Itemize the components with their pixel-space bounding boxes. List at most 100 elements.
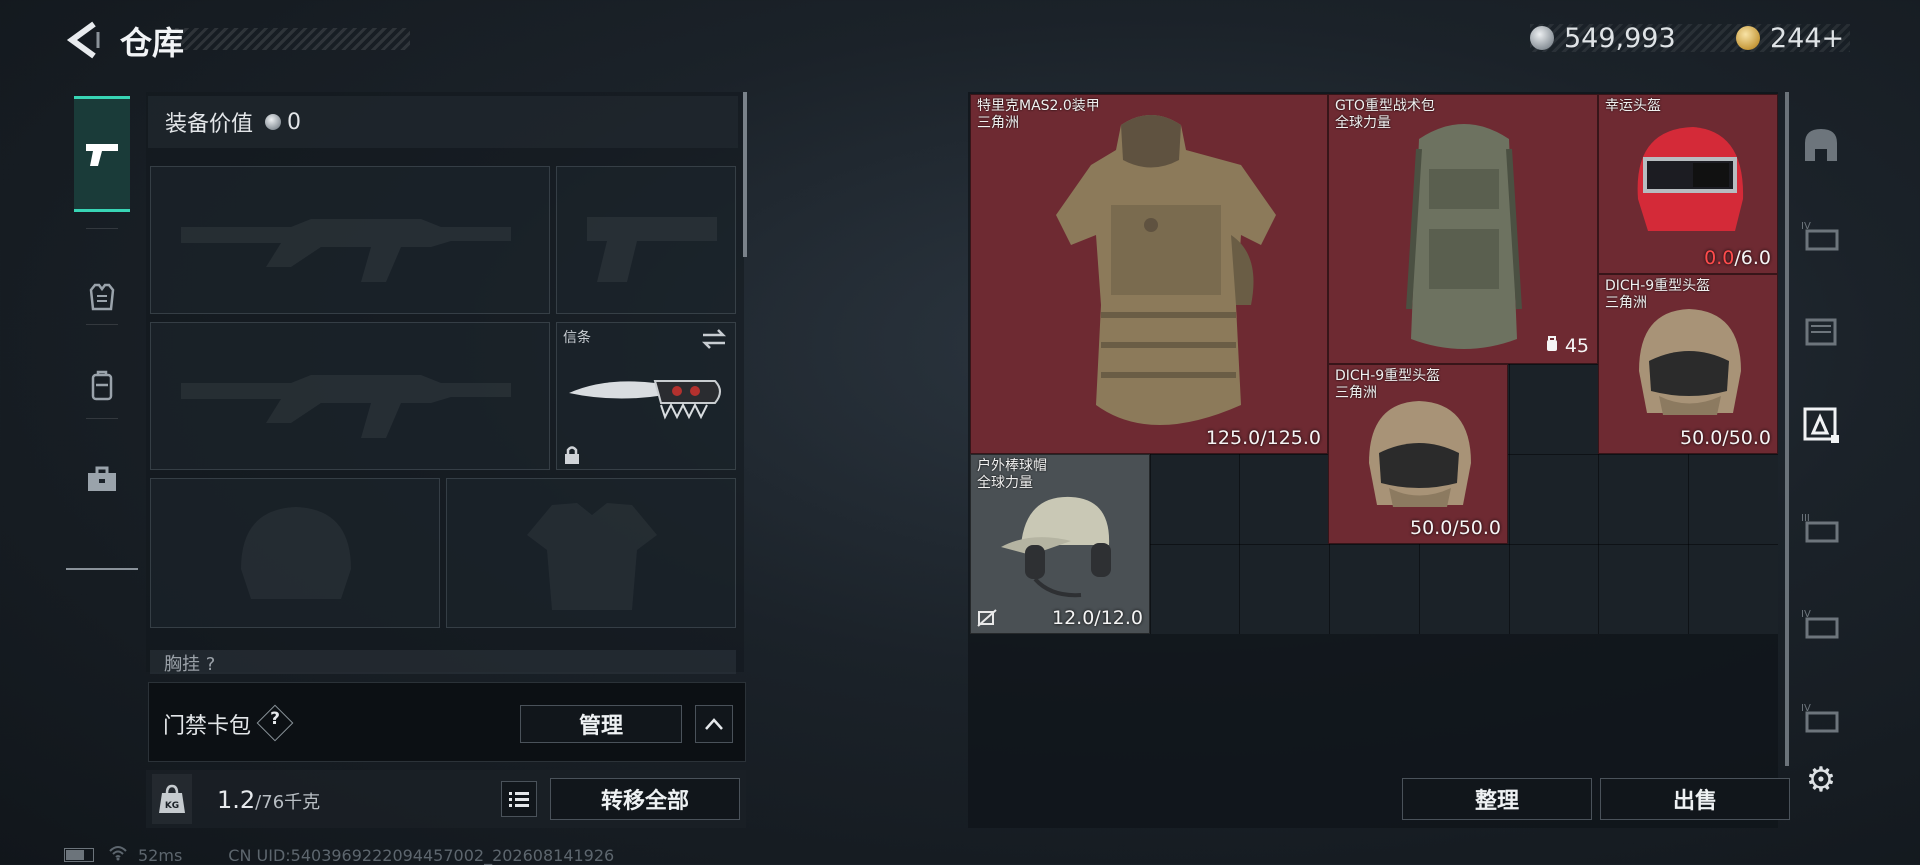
baseball-cap-image	[1001, 496, 1111, 598]
equipment-value-amount: 0	[287, 109, 302, 135]
equipment-scrollbar[interactable]	[743, 92, 747, 257]
pistol-icon	[86, 144, 118, 166]
equipment-value: 装备价值 0	[165, 106, 301, 138]
helmet-silhouette-icon	[241, 507, 351, 599]
tabbar-underline	[66, 568, 138, 570]
weight-max: /76千克	[255, 792, 321, 813]
swap-icon[interactable]	[701, 328, 727, 350]
tab-separator	[86, 418, 118, 419]
weight-kg-icon: KG	[159, 784, 185, 813]
backpack-icon	[91, 370, 113, 401]
helmet-slot[interactable]	[150, 478, 440, 628]
help-icon[interactable]: ?	[262, 709, 288, 729]
settings-button[interactable]: ⚙	[1801, 760, 1841, 800]
tactical-helmet-image	[1369, 401, 1471, 507]
back-arrow-icon	[66, 21, 100, 59]
status-footer: 52ms CN UID:5403969222094457002_20260814…	[64, 845, 614, 865]
red-helmet-image	[1637, 127, 1744, 231]
sort-button[interactable]: 整理	[1402, 778, 1592, 820]
inventory-scrollbar[interactable]	[1785, 92, 1789, 766]
silver-currency[interactable]: 549,993	[1530, 20, 1676, 56]
filter-armor-active-button[interactable]	[1796, 400, 1846, 450]
manage-button[interactable]: 管理	[520, 705, 682, 743]
weight-current: 1.2	[217, 786, 256, 814]
silver-coin-icon	[1530, 26, 1554, 50]
wifi-icon	[108, 845, 128, 865]
access-card-pack-label: 门禁卡包	[163, 714, 252, 739]
gold-coin-icon	[1736, 26, 1760, 50]
level-4-vest-icon: IV	[1801, 609, 1839, 639]
primary-weapon-slot[interactable]	[150, 166, 550, 314]
level-4-armor-icon: IV	[1801, 221, 1839, 251]
expand-button[interactable]	[695, 705, 733, 743]
filter-level3-vest-button[interactable]: III	[1796, 502, 1846, 552]
inventory-item-helmet-dich9-a[interactable]: DICH-9重型头盔 三角洲 50.0/50.0	[1598, 274, 1778, 454]
rifle-silhouette-icon	[181, 375, 511, 438]
armor-vest-image	[1056, 115, 1276, 425]
pistol-silhouette-icon	[587, 217, 717, 282]
no-repair-icon	[977, 609, 997, 627]
item-durability: 12.0/12.0	[1051, 607, 1143, 629]
helmet-category-icon	[1805, 129, 1837, 161]
silver-coin-icon	[265, 114, 282, 130]
sell-button[interactable]: 出售	[1600, 778, 1790, 820]
page-title: 仓库	[120, 24, 185, 62]
transfer-all-button[interactable]: 转移全部	[550, 778, 740, 820]
filter-level4-vest-button[interactable]: IV	[1796, 598, 1846, 648]
filter-level4-armor-button-2[interactable]: IV	[1796, 692, 1846, 742]
level-4-armor-icon: IV	[1801, 703, 1839, 733]
inventory-item-armor[interactable]: 特里克MAS2.0装甲 三角洲 125.0/125.0	[970, 94, 1328, 454]
vest-silhouette-icon	[527, 503, 657, 610]
rifle-silhouette-icon	[181, 219, 511, 282]
tab-separator	[86, 228, 118, 229]
svg-text:KG: KG	[165, 801, 179, 811]
item-durability: 50.0/50.0	[1679, 427, 1771, 449]
filter-helmet-button[interactable]	[1796, 120, 1846, 170]
item-durability: 50.0/50.0	[1409, 517, 1501, 539]
uid-text: CN UID:5403969222094457002_202608141926	[228, 845, 615, 865]
silver-currency-value: 549,993	[1564, 22, 1676, 54]
vest-icon	[1805, 318, 1837, 346]
secondary-weapon-slot[interactable]	[150, 322, 550, 470]
chevron-up-icon	[705, 718, 723, 730]
backpack-image	[1406, 124, 1522, 349]
weight-indicator: KG	[152, 774, 192, 824]
level-3-vest-icon: III	[1801, 513, 1839, 543]
list-icon	[509, 792, 529, 807]
filter-level4-armor-button[interactable]: IV	[1796, 210, 1846, 260]
tab-weapons[interactable]	[74, 96, 130, 212]
chest-rig-slot-label[interactable]: 胸挂 ?	[150, 650, 736, 674]
inventory-item-baseball-cap[interactable]: 户外棒球帽 全球力量 12.0/12.0	[970, 454, 1150, 634]
item-durability: 0.0/6.0	[1704, 247, 1771, 269]
back-button[interactable]	[64, 20, 102, 60]
item-durability: 125.0/125.0	[1205, 427, 1321, 449]
tab-case[interactable]	[74, 424, 130, 534]
tab-separator	[86, 324, 118, 325]
category-tabbar	[66, 92, 138, 570]
equipment-value-label: 装备价值	[165, 112, 254, 137]
armor-vest-icon	[89, 283, 115, 311]
item-name: 幸运头盔	[1605, 98, 1661, 114]
body-armor-slot[interactable]	[446, 478, 736, 628]
capacity-icon	[1546, 336, 1557, 351]
knife-icon	[569, 380, 721, 420]
battery-icon	[64, 848, 94, 862]
inventory-item-lucky-helmet[interactable]: 幸运头盔 0.0/6.0	[1598, 94, 1778, 274]
tactical-helmet-image	[1639, 309, 1741, 415]
sidearm-slot[interactable]	[556, 166, 736, 314]
gold-currency[interactable]: 244+	[1736, 20, 1844, 56]
inventory-item-backpack[interactable]: GTO重型战术包 全球力量 45	[1328, 94, 1598, 364]
weight-readout: 1.2/76千克	[217, 786, 320, 814]
title-decoration	[175, 28, 410, 50]
gear-icon: ⚙	[1805, 760, 1837, 800]
filter-vest-button[interactable]	[1796, 305, 1846, 355]
backpack-capacity: 45	[1545, 335, 1589, 357]
melee-slot[interactable]: 信条	[556, 322, 736, 470]
melee-slot-label: 信条	[563, 330, 591, 346]
briefcase-icon	[88, 466, 116, 491]
inventory-item-helmet-dich9-b[interactable]: DICH-9重型头盔 三角洲 50.0/50.0	[1328, 364, 1508, 544]
armor-filter-icon	[1803, 407, 1839, 443]
ping-value: 52ms	[138, 845, 183, 865]
list-view-button[interactable]	[501, 781, 537, 817]
lock-icon	[565, 446, 579, 464]
